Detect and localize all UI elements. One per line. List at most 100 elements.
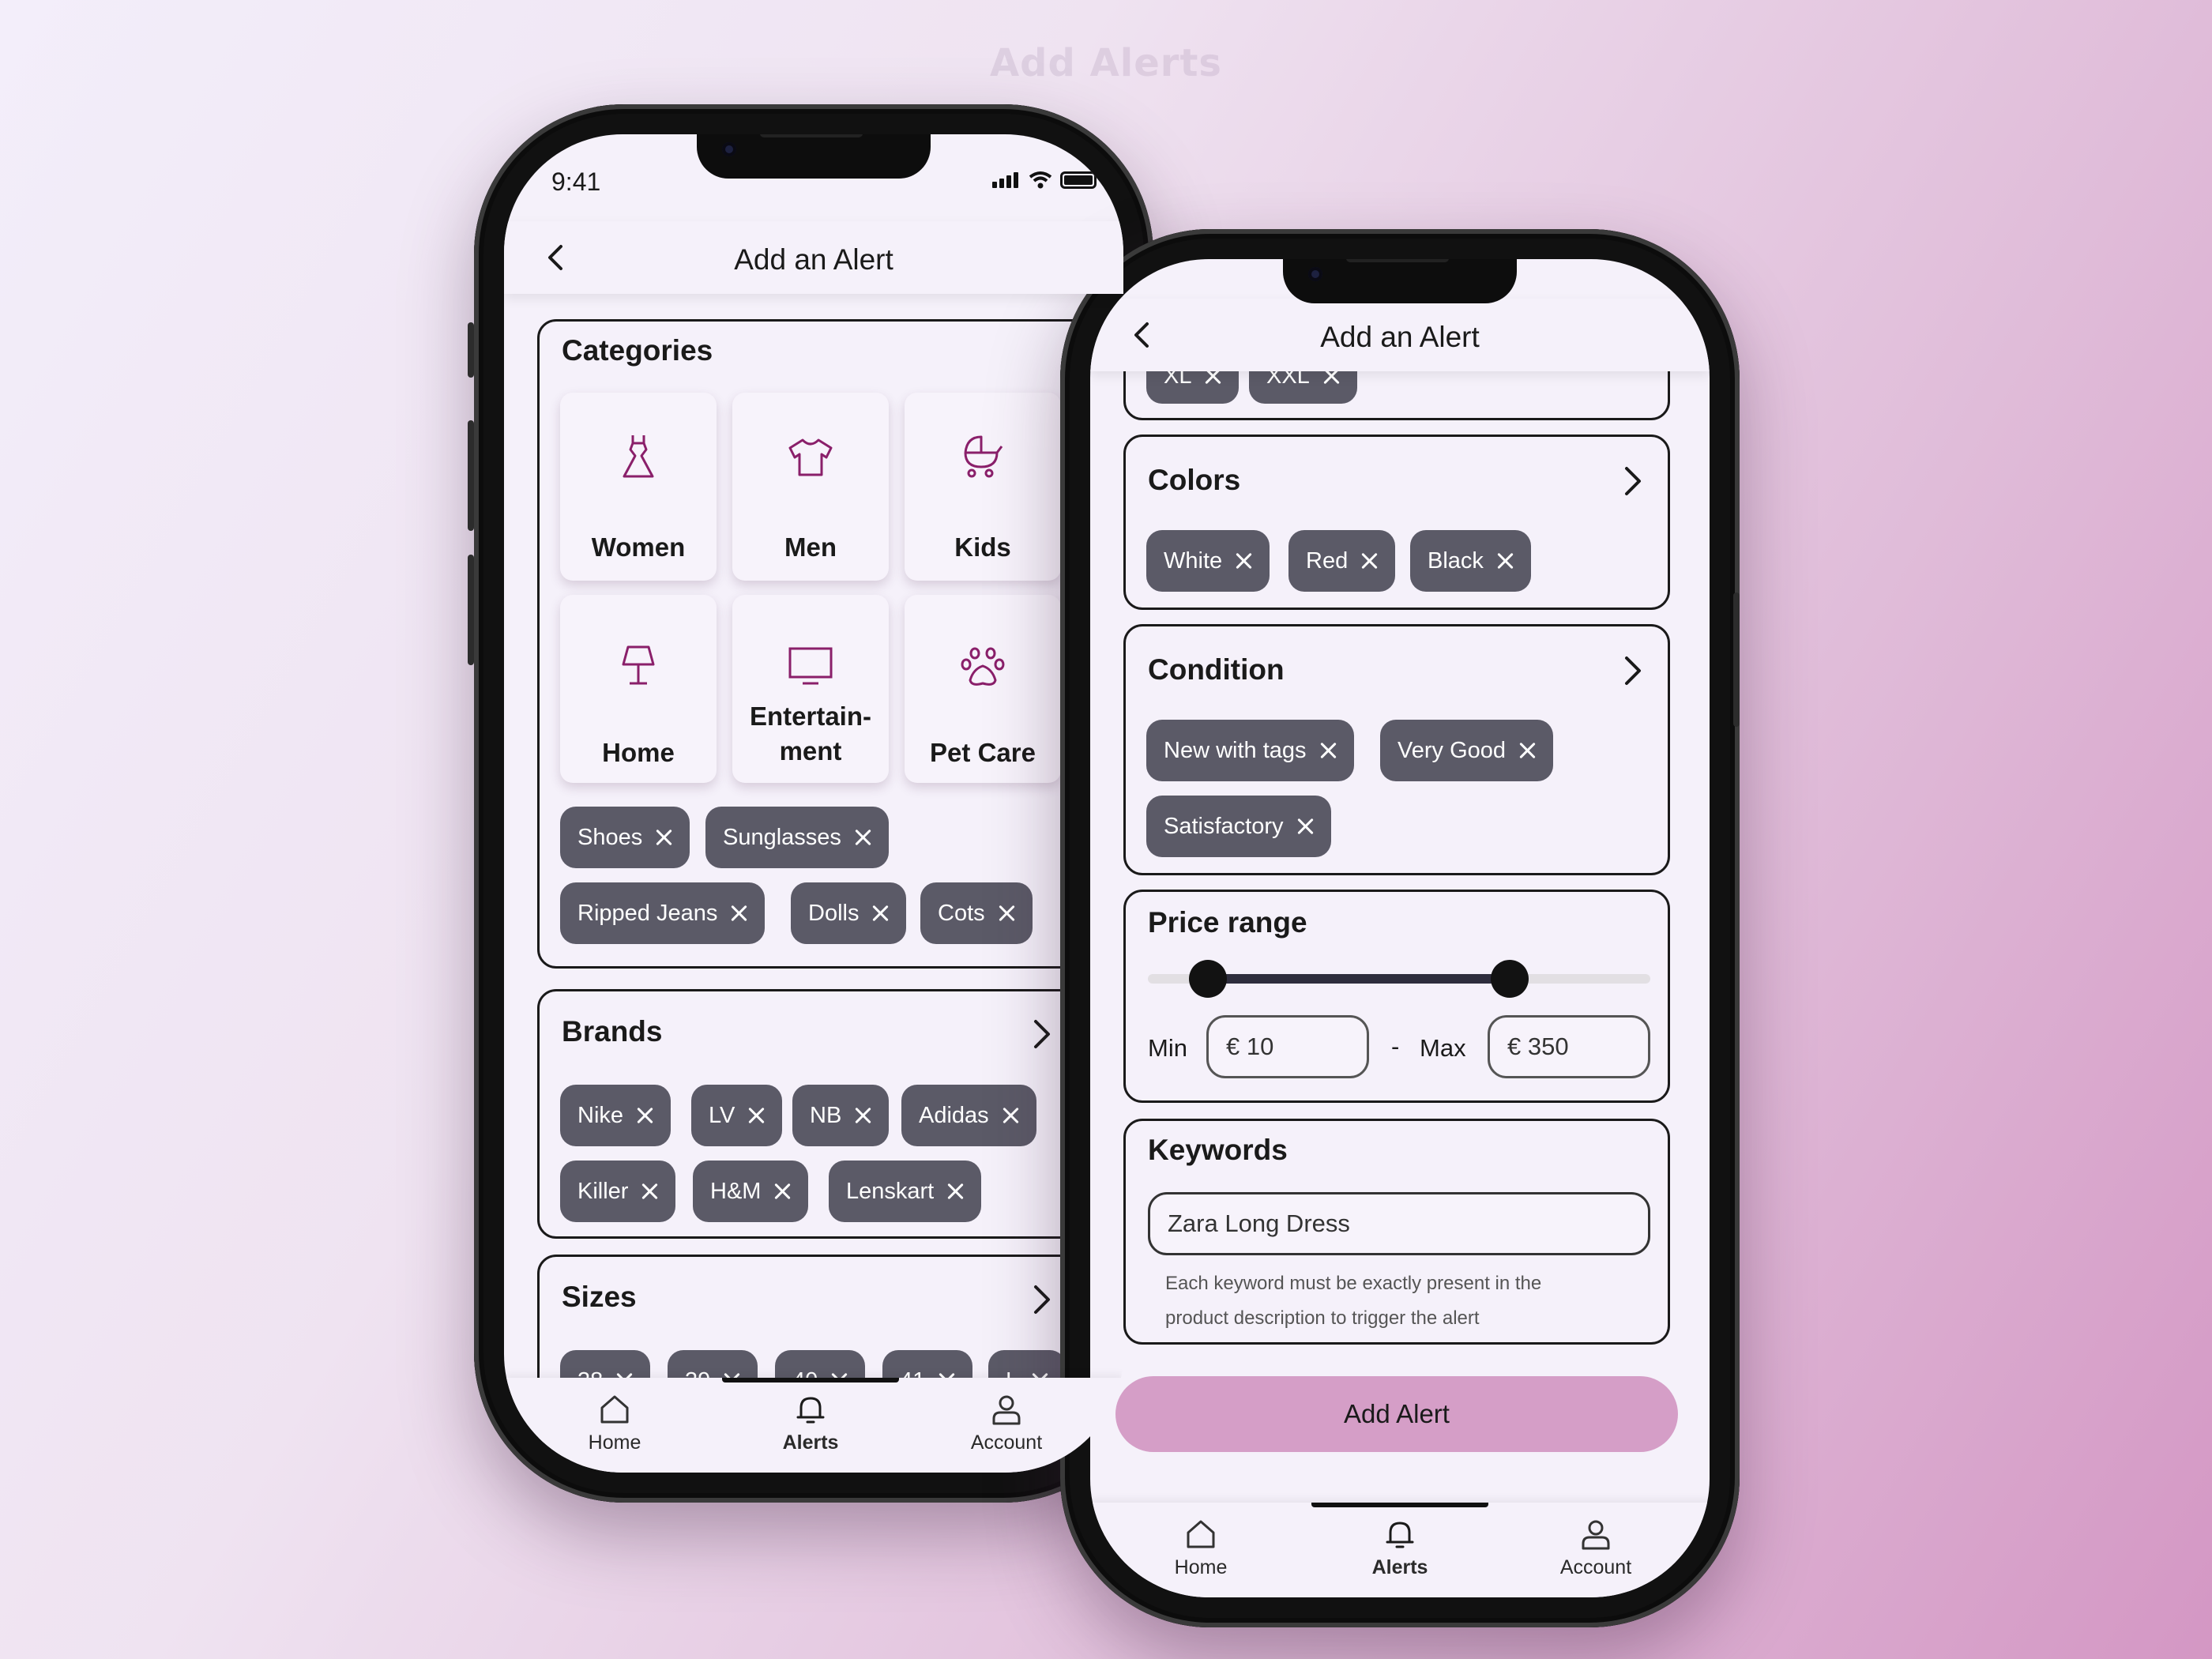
- battery-icon: [1060, 171, 1097, 189]
- tab-home[interactable]: Home: [1106, 1503, 1296, 1579]
- notch: [1283, 259, 1517, 303]
- app-header: Add an Alert: [504, 221, 1123, 294]
- remove-icon[interactable]: [871, 905, 889, 922]
- chip-dolls[interactable]: Dolls: [791, 882, 907, 944]
- brands-card: Brands Nike LV NB Adidas Killer H&M Lens…: [537, 989, 1123, 1239]
- chip-lv[interactable]: LV: [691, 1085, 783, 1146]
- colors-title: Colors: [1148, 464, 1241, 496]
- tab-alerts[interactable]: Alerts: [1305, 1503, 1495, 1579]
- tab-account[interactable]: Account: [1501, 1503, 1691, 1579]
- chip-nike[interactable]: Nike: [560, 1085, 672, 1146]
- remove-icon[interactable]: [1360, 552, 1378, 570]
- category-label: Entertain- ment: [749, 702, 871, 766]
- range-separator: -: [1391, 1033, 1400, 1060]
- min-label: Min: [1148, 1034, 1187, 1062]
- home-icon: [600, 1395, 629, 1424]
- chevron-right-icon[interactable]: [1029, 1284, 1056, 1315]
- chevron-right-icon[interactable]: [1620, 655, 1647, 687]
- chip-satisfactory[interactable]: Satisfactory: [1146, 796, 1331, 857]
- chip-sunglasses[interactable]: Sunglasses: [705, 807, 889, 868]
- price-slider[interactable]: [1148, 960, 1650, 998]
- keyword-input[interactable]: Zara Long Dress: [1148, 1192, 1650, 1255]
- status-time: 9:41: [551, 167, 601, 196]
- price-range-title: Price range: [1148, 906, 1307, 939]
- chip-killer[interactable]: Killer: [560, 1161, 676, 1222]
- stroller-icon: [964, 435, 1003, 478]
- chip-nb[interactable]: NB: [792, 1085, 890, 1146]
- remove-icon[interactable]: [1496, 552, 1514, 570]
- category-kids[interactable]: Kids: [905, 393, 1061, 581]
- remove-icon[interactable]: [1296, 818, 1314, 835]
- category-label: Women: [591, 532, 686, 562]
- keywords-title: Keywords: [1148, 1134, 1288, 1166]
- max-price-input[interactable]: € 350: [1488, 1015, 1650, 1078]
- active-tab-indicator: [722, 1378, 899, 1382]
- tshirt-icon: [788, 438, 833, 476]
- page-title: Add an Alert: [1320, 321, 1480, 353]
- tab-bar: Home Alerts Account: [1090, 1503, 1710, 1597]
- keyword-helper-text: Each keyword must be exactly present in …: [1165, 1273, 1542, 1329]
- remove-icon[interactable]: [1319, 742, 1337, 759]
- left-screen: 9:41 Add an Alert Categories Women Men K…: [504, 134, 1123, 1473]
- chip-lenskart[interactable]: Lenskart: [829, 1161, 982, 1222]
- chevron-right-icon[interactable]: [1620, 465, 1647, 497]
- chip-adidas[interactable]: Adidas: [901, 1085, 1036, 1146]
- page-title: Add an Alert: [734, 243, 893, 276]
- categories-title: Categories: [562, 334, 713, 367]
- condition-card: Condition New with tags Very Good Satisf…: [1123, 624, 1670, 875]
- remove-icon[interactable]: [773, 1183, 791, 1200]
- chip-white[interactable]: White: [1146, 530, 1270, 592]
- min-price-input[interactable]: € 10: [1206, 1015, 1369, 1078]
- tab-home[interactable]: Home: [520, 1378, 709, 1454]
- remove-icon[interactable]: [946, 1183, 964, 1200]
- tab-bar: Home Alerts Account: [504, 1378, 1123, 1473]
- remove-icon[interactable]: [636, 1107, 653, 1124]
- keywords-card: Keywords Zara Long Dress Each keyword mu…: [1123, 1119, 1670, 1345]
- chip-red[interactable]: Red: [1288, 530, 1396, 592]
- remove-icon[interactable]: [1002, 1107, 1019, 1124]
- left-phone: 9:41 Add an Alert Categories Women Men K…: [468, 104, 1153, 1503]
- category-home[interactable]: Home: [560, 595, 717, 783]
- category-entertainment[interactable]: Entertain- ment: [732, 595, 889, 783]
- paw-icon: [961, 647, 1005, 686]
- remove-icon[interactable]: [1235, 552, 1252, 570]
- chevron-right-icon[interactable]: [1029, 1018, 1056, 1050]
- add-alert-button[interactable]: Add Alert: [1115, 1376, 1678, 1452]
- tab-alerts[interactable]: Alerts: [716, 1378, 905, 1454]
- chip-hm[interactable]: H&M: [693, 1161, 809, 1222]
- remove-icon[interactable]: [854, 829, 871, 846]
- home-icon: [1187, 1520, 1215, 1548]
- remove-icon[interactable]: [655, 829, 672, 846]
- remove-icon[interactable]: [641, 1183, 658, 1200]
- tab-account[interactable]: Account: [912, 1378, 1101, 1454]
- chip-cots[interactable]: Cots: [920, 882, 1033, 944]
- category-label: Kids: [954, 532, 1011, 562]
- slider-max-thumb[interactable]: [1490, 960, 1529, 998]
- category-men[interactable]: Men: [732, 393, 889, 581]
- category-label: Home: [602, 738, 675, 767]
- chip-new-with-tags[interactable]: New with tags: [1146, 720, 1354, 781]
- bell-icon: [1386, 1522, 1414, 1548]
- chip-ripped-jeans[interactable]: Ripped Jeans: [560, 882, 766, 944]
- category-label: Pet Care: [930, 738, 1036, 767]
- slider-min-thumb[interactable]: [1189, 960, 1228, 998]
- chip-shoes[interactable]: Shoes: [560, 807, 690, 868]
- sizes-title: Sizes: [562, 1281, 637, 1313]
- lamp-icon: [622, 645, 655, 685]
- slider-range-fill: [1208, 974, 1510, 984]
- remove-icon[interactable]: [998, 905, 1015, 922]
- remove-icon[interactable]: [1518, 742, 1536, 759]
- brands-title: Brands: [562, 1015, 663, 1048]
- chip-very-good[interactable]: Very Good: [1380, 720, 1554, 781]
- chip-black[interactable]: Black: [1410, 530, 1531, 592]
- remove-icon[interactable]: [854, 1107, 871, 1124]
- page-watermark: Add Alerts: [990, 41, 1222, 85]
- category-pet-care[interactable]: Pet Care: [905, 595, 1061, 783]
- right-screen: Add an Alert XL XXL Colors White Red Bla…: [1090, 259, 1710, 1597]
- remove-icon[interactable]: [747, 1107, 765, 1124]
- bell-icon: [796, 1397, 825, 1424]
- condition-title: Condition: [1148, 653, 1285, 686]
- remove-icon[interactable]: [730, 905, 747, 922]
- category-label: Men: [784, 532, 837, 562]
- category-women[interactable]: Women: [560, 393, 717, 581]
